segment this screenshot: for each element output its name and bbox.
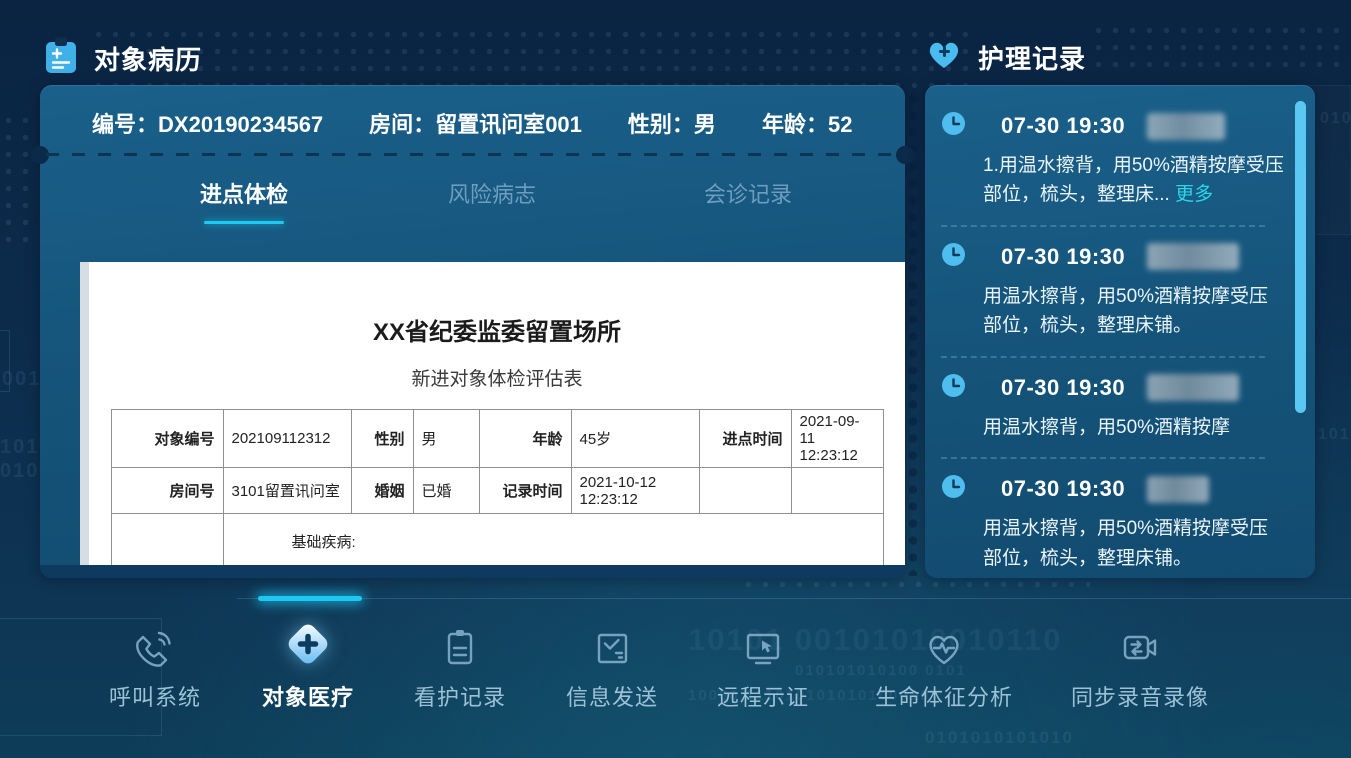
subject-gender: 性别：男 (628, 107, 716, 139)
table-row: 基础疾病: 手术外伤史: (111, 514, 883, 566)
redacted-name-blur (1147, 113, 1225, 140)
entry-text: 1.用温水擦背，用50%酒精按摩受压部位，梳头，整理床... 更多 (983, 151, 1285, 210)
dot-pattern (1090, 22, 1350, 74)
list-item: 07-30 19:30 1.用温水擦背，用50%酒精按摩受压部位，梳头，整理床.… (941, 111, 1273, 227)
entry-text: 用温水擦背，用50%酒精按摩受压部位，梳头，整理床铺。 (983, 514, 1285, 573)
entry-time: 07-30 19:30 (1001, 476, 1125, 502)
entry-time: 07-30 19:30 (1001, 113, 1125, 139)
entry-time: 07-30 19:30 (1001, 244, 1125, 270)
heart-plus-icon (926, 38, 962, 76)
subject-info-bar: 编号：DX20190234567 房间：留置讯问室001 性别：男 年龄：52 (92, 107, 852, 139)
phone-call-icon (131, 620, 179, 672)
list-item: 07-30 19:30 用温水擦背，用50%酒精按摩受压部位，梳头，整理床铺。 (941, 242, 1273, 358)
nav-divider-line (237, 598, 1351, 599)
entry-divider (941, 356, 1265, 358)
nav-item-vital-signs[interactable]: 生命体征分析 (875, 620, 1013, 712)
list-item: 07-30 19:30 用温水擦背，用50%酒精按摩 (941, 373, 1273, 459)
nav-item-call-system[interactable]: 呼叫系统 (109, 620, 201, 712)
clipboard-medical-icon (44, 36, 78, 81)
field-basic-disease: 基础疾病: (232, 517, 875, 552)
nav-label: 对象医疗 (262, 680, 354, 712)
tab-consultation-record[interactable]: 会诊记录 (704, 177, 792, 209)
binary-decoration: 1010 (1318, 426, 1351, 444)
heart-pulse-icon (920, 620, 968, 672)
list-item: 07-30 19:30 用温水擦背，用50%酒精按摩受压部位，梳头，整理床铺。 (941, 474, 1273, 573)
document-form-title: 新进对象体检评估表 (89, 364, 905, 391)
nav-label: 生命体征分析 (875, 680, 1013, 712)
clock-icon (941, 242, 966, 272)
clock-icon (941, 111, 966, 141)
nursing-record-card: 07-30 19:30 1.用温水擦背，用50%酒精按摩受压部位，梳头，整理床.… (925, 85, 1315, 578)
entry-divider (941, 225, 1265, 227)
page-title-nursing-record: 护理记录 (978, 39, 1086, 76)
nav-item-care-record[interactable]: 看护记录 (414, 620, 506, 712)
entry-divider (941, 457, 1265, 459)
video-camera-icon (1116, 620, 1164, 672)
edge-frame (0, 330, 10, 392)
nav-label: 远程示证 (717, 680, 809, 712)
redacted-name-blur (1147, 374, 1239, 401)
more-link[interactable]: 更多 (1175, 184, 1213, 205)
entry-text: 用温水擦背，用50%酒精按摩受压部位，梳头，整理床铺。 (983, 282, 1285, 341)
subject-room: 房间：留置讯问室001 (369, 107, 582, 139)
nav-label: 呼叫系统 (109, 680, 201, 712)
nav-item-remote-evidence[interactable]: 远程示证 (717, 620, 809, 712)
binary-decoration: 0101010101010 (925, 728, 1074, 748)
clock-icon (941, 474, 966, 504)
message-send-icon (588, 620, 636, 672)
redacted-name-blur (1147, 476, 1209, 503)
subject-age: 年龄：52 (762, 107, 853, 139)
tab-entry-physical-exam[interactable]: 进点体检 (200, 177, 288, 224)
entry-text: 用温水擦背，用50%酒精按摩 (983, 413, 1285, 442)
remote-screen-icon (739, 620, 787, 672)
dashed-divider (46, 153, 899, 156)
table-row: 对象编号202109112312 性别男 年龄45岁 进点时间2021-09-1… (111, 410, 883, 468)
nav-item-sync-recording[interactable]: 同步录音录像 (1071, 620, 1209, 712)
card-bottom-edge (40, 565, 905, 578)
tab-risk-record[interactable]: 风险病志 (448, 177, 536, 209)
nursing-entry-list: 07-30 19:30 1.用温水擦背，用50%酒精按摩受压部位，梳头，整理床.… (925, 85, 1315, 573)
nav-item-message-send[interactable]: 信息发送 (566, 620, 658, 712)
active-tab-underline (204, 221, 284, 224)
field-surgery-history: 手术外伤史: (232, 552, 875, 565)
medical-cross-icon (280, 620, 336, 672)
subject-id: 编号：DX20190234567 (92, 107, 323, 139)
medical-record-card: 编号：DX20190234567 房间：留置讯问室001 性别：男 年龄：52 … (40, 85, 905, 578)
medical-record-header: 对象病历 (44, 36, 202, 81)
page-title-medical-record: 对象病历 (94, 40, 202, 77)
dot-pattern (740, 576, 1090, 594)
redacted-name-blur (1147, 243, 1239, 270)
scrollbar[interactable] (1295, 101, 1306, 413)
exam-document-viewer: XX省纪委监委留置场所 新进对象体检评估表 对象编号202109112312 性… (80, 262, 905, 565)
nav-label: 信息发送 (566, 680, 658, 712)
binary-decoration: 0100 (1320, 110, 1351, 128)
clipboard-icon (436, 620, 484, 672)
nursing-record-header: 护理记录 (926, 38, 1086, 76)
nav-label: 同步录音录像 (1071, 680, 1209, 712)
exam-info-table: 对象编号202109112312 性别男 年龄45岁 进点时间2021-09-1… (111, 409, 884, 565)
table-row: 房间号3101留置讯问室 婚姻已婚 记录时间2021-10-12 12:23:1… (111, 468, 883, 514)
nav-label: 看护记录 (414, 680, 506, 712)
nav-item-subject-medical[interactable]: 对象医疗 (262, 620, 354, 712)
document-org-title: XX省纪委监委留置场所 (89, 312, 905, 347)
active-nav-indicator (258, 596, 362, 601)
clock-icon (941, 373, 966, 403)
entry-time: 07-30 19:30 (1001, 375, 1125, 401)
dot-pattern (90, 26, 970, 94)
